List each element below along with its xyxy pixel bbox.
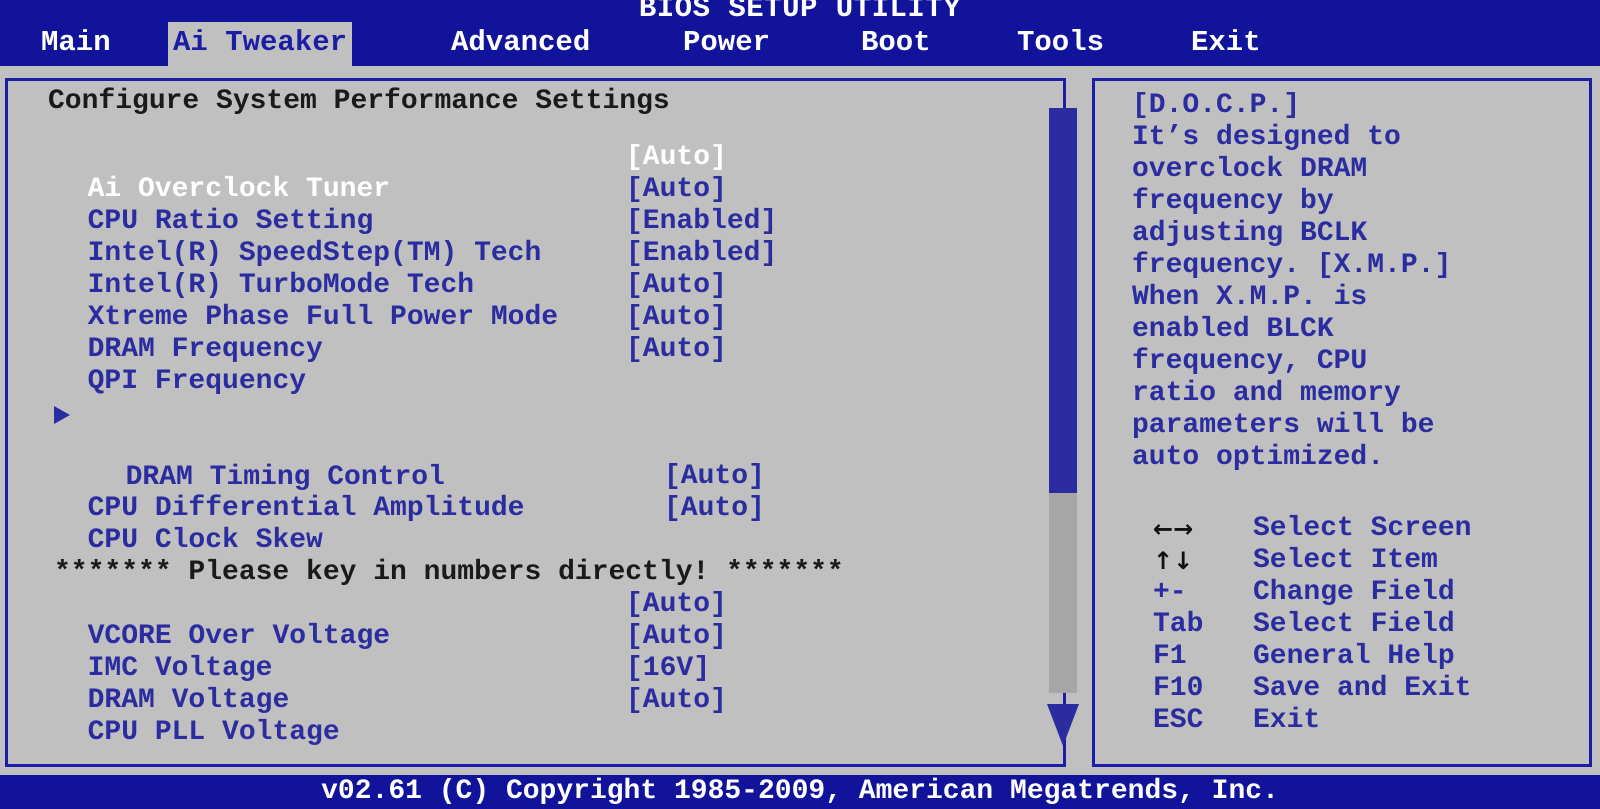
key-desc: Select Item [1253,545,1438,576]
help-text-line: auto optimized. [1132,442,1385,473]
setting-value: [Auto] [626,142,727,173]
key-desc: General Help [1253,641,1455,672]
help-text-line: When X.M.P. is [1132,282,1368,313]
scrollbar-track[interactable] [1049,108,1077,693]
tab-exit[interactable]: Exit [1186,22,1266,66]
key-label: F10 [1153,673,1204,704]
setting-label: QPI Frequency [87,366,307,397]
setting-value: [16V] [626,653,711,684]
key-label: Tab [1153,609,1204,640]
submenu-arrow-icon [54,406,70,424]
up-down-arrow-icon: ↑↓ [1153,547,1194,575]
key-desc: Save and Exit [1253,673,1472,704]
tab-ai-tweaker[interactable]: Ai Tweaker [168,22,353,66]
notice-text: ******* Please key in numbers directly! … [54,557,844,588]
setting-label: CPU PLL Voltage [87,717,340,748]
setting-value: [Auto] [626,270,727,301]
key-label: ESC [1153,705,1204,736]
help-text-line: adjusting BCLK [1132,218,1368,249]
help-text-line: enabled BLCK [1132,314,1334,345]
scroll-down-arrow-icon[interactable] [1047,704,1079,746]
setting-label: CPU Clock Skew [87,525,323,556]
key-label: F1 [1153,641,1187,672]
key-desc: Exit [1253,705,1321,736]
setting-value: [Auto] [626,174,727,205]
left-right-arrow-icon: ←→ [1153,515,1194,543]
key-desc: Select Field [1253,609,1455,640]
copyright-text: v02.61 (C) Copyright 1985-2009, American… [321,776,1279,807]
help-text-line: ratio and memory [1132,378,1401,409]
help-text-line: It’s designed to [1132,122,1401,153]
setting-value: [Auto] [664,493,765,524]
setting-value: [Auto] [626,334,727,365]
setting-value: [Enabled] [626,238,778,269]
setting-value: [Auto] [664,461,765,492]
tab-advanced[interactable]: Advanced [446,22,595,66]
tab-power[interactable]: Power [678,22,775,66]
help-text-line: frequency. [X.M.P.] [1132,250,1452,281]
key-desc: Select Screen [1253,513,1472,544]
setting-cpu-pll-voltage[interactable]: CPU PLL Voltage [Auto] [54,685,727,781]
scrollbar-thumb[interactable] [1049,108,1077,493]
setting-value: [Enabled] [626,206,778,237]
setting-value: [Auto] [626,685,727,716]
tab-main[interactable]: Main [36,22,116,66]
help-text-line: frequency, CPU [1132,346,1368,377]
key-desc: Change Field [1253,577,1455,608]
help-text-line: [D.O.C.P.] [1132,90,1301,121]
help-text-line: overclock DRAM [1132,154,1368,185]
help-text-line: frequency by [1132,186,1334,217]
tab-boot[interactable]: Boot [856,22,936,66]
setting-value: [Auto] [626,302,727,333]
help-text-line: parameters will be [1132,410,1435,441]
key-label: +- [1153,577,1187,608]
section-heading: Configure System Performance Settings [48,86,670,117]
tab-tools[interactable]: Tools [1012,22,1109,66]
bios-title: BIOS SETUP UTILITY [638,0,962,25]
footer-bar: v02.61 (C) Copyright 1985-2009, American… [0,775,1600,809]
setting-value: [Auto] [626,621,727,652]
setting-value: [Auto] [626,589,727,620]
menu-bar: BIOS SETUP UTILITY Main Ai Tweaker Advan… [0,0,1600,66]
